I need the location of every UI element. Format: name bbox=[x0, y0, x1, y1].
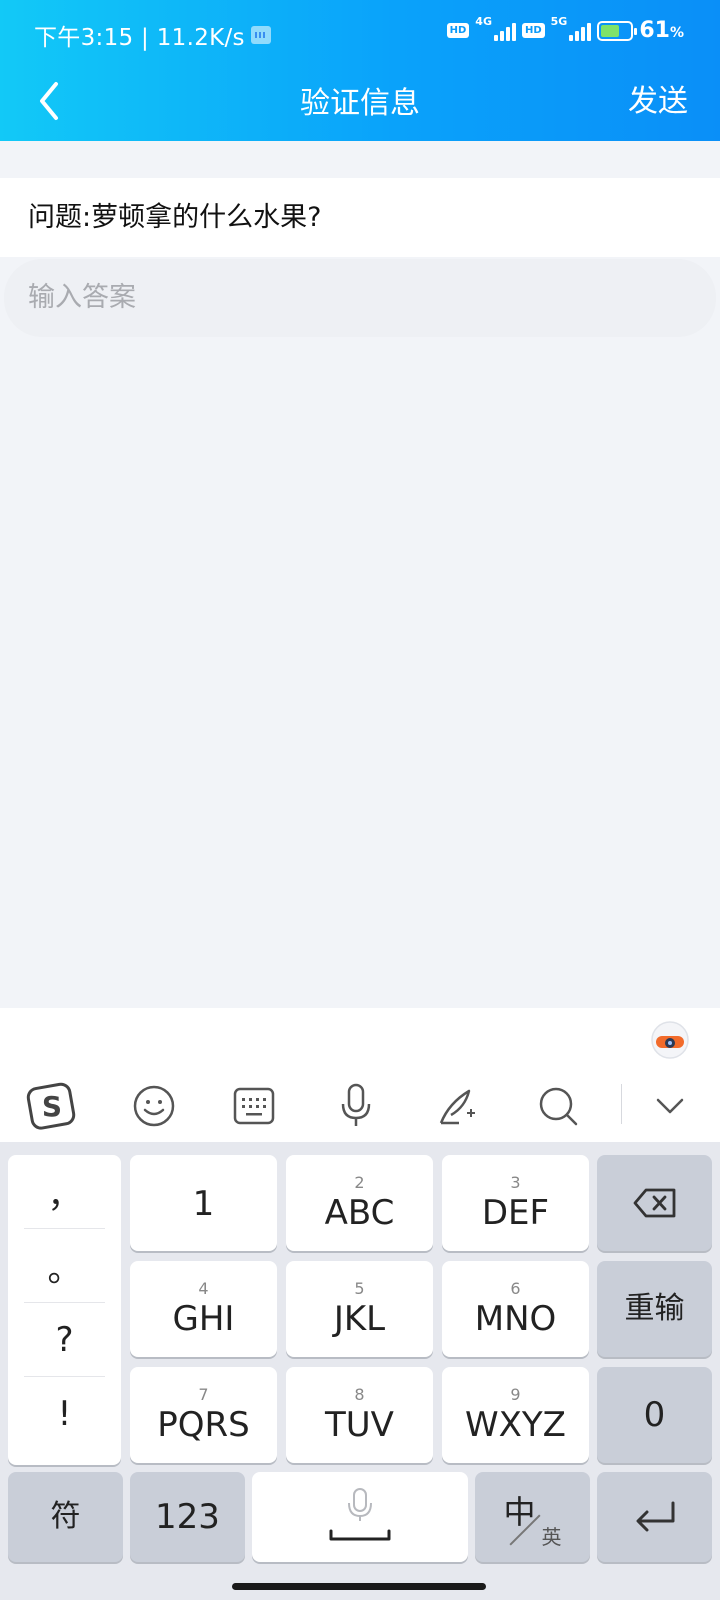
question-text: 问题:萝顿拿的什么水果? bbox=[0, 178, 720, 257]
zero-label: 0 bbox=[643, 1395, 666, 1435]
battery-level: 61% bbox=[639, 18, 684, 43]
time-and-speed: 下午3:15 | 11.2K/s bbox=[34, 25, 245, 51]
svg-text:S: S bbox=[42, 1090, 62, 1123]
network-type-2: 5G bbox=[550, 15, 568, 28]
voice-input-button[interactable] bbox=[328, 1078, 384, 1134]
keyboard-top-strip bbox=[0, 1008, 720, 1068]
key-3-number: 3 bbox=[510, 1173, 521, 1192]
key-9-wxyz[interactable]: 9 WXYZ bbox=[442, 1367, 589, 1463]
lang-main-label: 中 bbox=[503, 1493, 536, 1531]
punct-comma-key[interactable]: ， bbox=[8, 1155, 121, 1229]
hd-badge-2: HD bbox=[521, 23, 545, 38]
key-7-pqrs[interactable]: 7 PQRS bbox=[130, 1367, 277, 1463]
hd-badge-1: HD bbox=[446, 23, 470, 38]
toolbar-divider bbox=[621, 1084, 622, 1124]
retype-key[interactable]: 重输 bbox=[597, 1261, 712, 1357]
emoji-button[interactable] bbox=[126, 1078, 182, 1134]
key-7-number: 7 bbox=[198, 1385, 209, 1404]
handwriting-button[interactable] bbox=[430, 1078, 486, 1134]
key-9-label: WXYZ bbox=[465, 1405, 566, 1445]
battery-icon bbox=[597, 20, 638, 41]
key-6-label: MNO bbox=[474, 1299, 557, 1339]
search-icon bbox=[539, 1087, 578, 1126]
space-mic-icon bbox=[329, 1488, 391, 1541]
key-5-jkl[interactable]: 5 JKL bbox=[286, 1261, 433, 1357]
title-bar: 验证信息 发送 bbox=[0, 64, 720, 141]
key-4-label: GHI bbox=[172, 1299, 235, 1339]
language-switch-key[interactable]: 中 英 bbox=[475, 1472, 590, 1562]
symbol-key[interactable]: 符 bbox=[8, 1472, 123, 1562]
collapse-keyboard-button[interactable] bbox=[642, 1078, 698, 1134]
language-switch-glyph: 中 英 bbox=[498, 1485, 568, 1549]
network-type-1: 4G bbox=[475, 15, 492, 28]
collapse-keyboard-icon bbox=[656, 1098, 684, 1114]
key-9-number: 9 bbox=[510, 1385, 521, 1404]
lang-sub-label: 英 bbox=[541, 1525, 562, 1549]
keyboard-layout-button[interactable] bbox=[226, 1078, 282, 1134]
key-8-tuv[interactable]: 8 TUV bbox=[286, 1367, 433, 1463]
microphone-icon bbox=[341, 1083, 371, 1126]
punct-period-key[interactable]: 。 bbox=[8, 1229, 121, 1303]
key-2-abc[interactable]: 2 ABC bbox=[286, 1155, 433, 1251]
key-6-mno[interactable]: 6 MNO bbox=[442, 1261, 589, 1357]
key-2-label: ABC bbox=[324, 1193, 395, 1233]
retype-label: 重输 bbox=[624, 1291, 685, 1326]
key-1-label: 1 bbox=[192, 1184, 215, 1224]
search-button[interactable] bbox=[530, 1078, 586, 1134]
enter-key[interactable] bbox=[597, 1472, 712, 1562]
symbol-label: 符 bbox=[50, 1499, 81, 1534]
key-2-number: 2 bbox=[354, 1173, 365, 1192]
key-3-def[interactable]: 3 DEF bbox=[442, 1155, 589, 1251]
key-8-number: 8 bbox=[354, 1385, 365, 1404]
key-4-ghi[interactable]: 4 GHI bbox=[130, 1261, 277, 1357]
key-8-label: TUV bbox=[325, 1405, 394, 1445]
punct-exclaim-key[interactable]: ! bbox=[8, 1377, 121, 1451]
sogou-logo-icon: S bbox=[26, 1082, 76, 1130]
send-button[interactable]: 发送 bbox=[628, 76, 688, 120]
keyboard-notification-icon bbox=[250, 26, 271, 44]
number-mode-label: 123 bbox=[155, 1497, 220, 1537]
key-1[interactable]: 1 bbox=[130, 1155, 277, 1251]
keyboard-toolbar: S bbox=[0, 1068, 720, 1142]
mascot-icon[interactable] bbox=[650, 1016, 690, 1060]
emoji-icon bbox=[133, 1085, 175, 1127]
signal-icon-2 bbox=[569, 21, 592, 41]
punctuation-column[interactable]: ， 。 ? ! bbox=[8, 1155, 121, 1465]
space-key[interactable] bbox=[252, 1472, 468, 1562]
status-right: HD 4G HD 5G 61% bbox=[446, 15, 684, 43]
status-left: 下午3:15 | 11.2K/s bbox=[34, 18, 271, 52]
handwriting-icon bbox=[439, 1089, 475, 1125]
punct-question-key[interactable]: ? bbox=[8, 1303, 121, 1377]
app-header: 下午3:15 | 11.2K/s HD 4G HD 5G 61% 验证信息 发送 bbox=[0, 0, 720, 141]
keyboard-layout-icon bbox=[233, 1087, 275, 1125]
status-bar: 下午3:15 | 11.2K/s HD 4G HD 5G 61% bbox=[0, 0, 720, 64]
key-3-label: DEF bbox=[481, 1193, 550, 1233]
backspace-icon bbox=[633, 1188, 675, 1218]
key-4-number: 4 bbox=[198, 1279, 209, 1298]
backspace-key[interactable] bbox=[597, 1155, 712, 1251]
key-5-label: JKL bbox=[333, 1299, 386, 1339]
key-5-number: 5 bbox=[354, 1279, 365, 1298]
home-indicator[interactable] bbox=[232, 1583, 486, 1590]
answer-input[interactable]: 输入答案 bbox=[4, 259, 716, 337]
page-title: 验证信息 bbox=[300, 86, 420, 121]
signal-icon-1 bbox=[493, 21, 516, 41]
number-mode-key[interactable]: 123 bbox=[130, 1472, 245, 1562]
enter-icon bbox=[636, 1501, 674, 1532]
zero-key[interactable]: 0 bbox=[597, 1367, 712, 1463]
key-7-label: PQRS bbox=[157, 1405, 250, 1445]
sogou-logo-button[interactable]: S bbox=[24, 1078, 80, 1134]
key-6-number: 6 bbox=[510, 1279, 521, 1298]
